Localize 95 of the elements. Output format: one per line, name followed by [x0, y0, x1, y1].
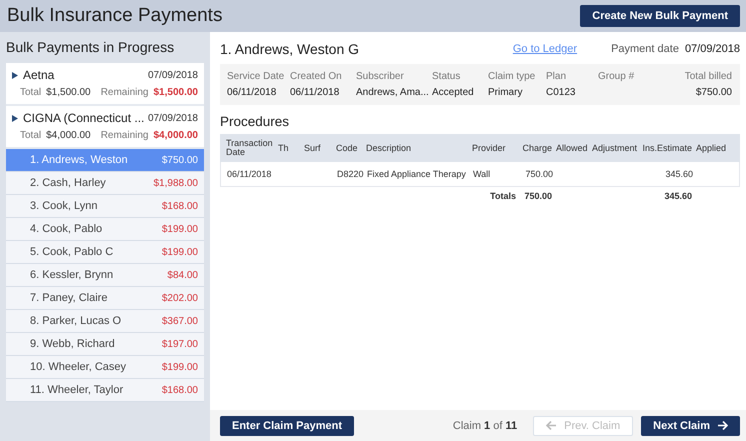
claim-list-item[interactable]: 7. Paney, Claire $202.00: [6, 287, 204, 310]
claim-patient: 2. Cash, Harley: [30, 177, 106, 189]
claim-list-item[interactable]: 11. Wheeler, Taylor $168.00: [6, 379, 204, 402]
remaining-label: Remaining: [100, 87, 148, 98]
claim-patient: 3. Cook, Lynn: [30, 200, 98, 212]
totals-label: Totals: [489, 191, 517, 201]
column-header: Applied: [696, 144, 728, 152]
claim-amount: $750.00: [162, 154, 198, 166]
create-bulk-payment-button[interactable]: Create New Bulk Payment: [580, 5, 740, 27]
table-cell-text: Wall: [473, 169, 492, 179]
field-value: C0123: [546, 87, 576, 98]
next-claim-button[interactable]: Next Claim: [641, 416, 740, 436]
right-arrow-icon: [718, 421, 728, 430]
page-title: Bulk Insurance Payments: [7, 5, 222, 27]
claim-amount: $168.00: [162, 384, 198, 396]
claim-amount: $202.00: [162, 292, 198, 304]
field-value: Accepted: [432, 87, 475, 98]
total-label: Total: [20, 87, 42, 98]
expand-icon[interactable]: [12, 72, 18, 78]
field-value: Andrews, Ama...: [356, 87, 430, 98]
claim-list-item[interactable]: 6. Kessler, Brynn $84.00: [6, 264, 204, 287]
field-label: Plan: [546, 71, 568, 82]
payer-name: Aetna: [23, 68, 54, 82]
claim-amount: $168.00: [162, 200, 198, 212]
claim-patient: 7. Paney, Claire: [30, 292, 108, 304]
section-title: Procedures: [220, 114, 290, 129]
claim-amount: $199.00: [162, 224, 198, 234]
field-value: 06/11/2018: [227, 87, 278, 98]
payer-date: 07/09/2018: [148, 112, 198, 124]
field-value: 06/11/2018: [290, 87, 340, 98]
patient-name: 1. Andrews, Weston G: [220, 41, 360, 57]
claim-list-item[interactable]: 3. Cook, Lynn $168.00: [6, 195, 204, 218]
payer-card[interactable]: Aetna 07/09/2018 Total $1,500.00 Remaining $1,500.00: [6, 63, 204, 106]
claim-counter: Claim 1 of 11: [452, 420, 518, 432]
field-label: Subscriber: [356, 71, 405, 82]
column-header: Th: [278, 144, 290, 152]
table-cell-text: 06/11/2018: [227, 169, 272, 179]
claim-list-item[interactable]: 8. Parker, Lucas O $367.00: [6, 310, 204, 333]
field-label: Total billed: [684, 71, 732, 82]
claim-amount: $199.00: [162, 362, 198, 372]
claim-list-item[interactable]: 2. Cash, Harley $1,988.00: [6, 172, 204, 195]
claim-patient: 10. Wheeler, Casey: [30, 361, 126, 373]
field-value: Primary: [488, 87, 524, 98]
column-header: Charge: [521, 144, 553, 152]
table-cell-text: 750.00: [524, 169, 554, 179]
column-header: Surf: [304, 144, 322, 152]
payer-card[interactable]: CIGNA (Connecticut ... 07/09/2018 Total $4,000.00 Remaining $4,000.00: [6, 106, 204, 149]
claim-patient: 8. Parker, Lucas O: [30, 315, 122, 327]
enter-claim-payment-button[interactable]: Enter Claim Payment: [220, 416, 354, 436]
column-header: Description: [366, 144, 412, 152]
payment-date: 07/09/2018: [684, 43, 740, 55]
table-cell-text: D8220: [337, 169, 365, 179]
claim-patient: 6. Kessler, Brynn: [30, 269, 114, 281]
total-charge: 750.00: [523, 191, 553, 201]
field-label: Group #: [598, 71, 636, 82]
field-label: Status: [432, 71, 462, 82]
field-label: Service Date: [227, 71, 286, 82]
column-header: Ins.Estimate: [642, 144, 693, 152]
column-header: Provider: [472, 144, 507, 152]
claim-patient: 5. Cook, Pablo C: [30, 246, 114, 258]
table-cell-text: Fixed Appliance Therapy: [367, 169, 467, 179]
claim-list-item[interactable]: 4. Cook, Pablo $199.00: [6, 218, 204, 241]
payment-date-label: Payment date: [611, 43, 679, 55]
claim-amount: $1,988.00: [154, 178, 198, 188]
table-cell-text: 345.60: [664, 169, 694, 179]
claim-amount: $84.00: [167, 270, 198, 280]
column-header: Code: [336, 144, 359, 152]
claim-amount: $199.00: [162, 246, 198, 258]
total-label: Total: [20, 130, 42, 141]
claim-patient: 1. Andrews, Weston: [30, 154, 128, 166]
claim-list-item[interactable]: 5. Cook, Pablo C $199.00: [6, 241, 204, 264]
total-amount: $1,500.00: [46, 87, 91, 98]
payer-name: CIGNA (Connecticut ...: [23, 111, 144, 125]
claim-list-item[interactable]: 9. Webb, Richard $197.00: [6, 333, 204, 356]
column-header: Transaction Date: [226, 139, 274, 157]
left-arrow-icon: [546, 421, 556, 430]
claim-patient: 11. Wheeler, Taylor: [30, 384, 124, 396]
column-header: Adjustment: [592, 144, 638, 152]
claim-patient: 9. Webb, Richard: [30, 338, 115, 350]
sidebar-title: Bulk Payments in Progress: [6, 39, 176, 55]
claim-amount: $367.00: [162, 316, 198, 326]
expand-icon[interactable]: [12, 114, 18, 122]
field-label: Claim type: [488, 71, 536, 82]
field-value: $750.00: [696, 87, 732, 98]
total-amount: $4,000.00: [46, 130, 91, 141]
remaining-amount: $1,500.00: [154, 87, 198, 98]
remaining-label: Remaining: [100, 130, 148, 141]
claim-amount: $197.00: [162, 338, 198, 350]
claim-list-item[interactable]: 10. Wheeler, Casey $199.00: [6, 356, 204, 379]
field-label: Created On: [290, 71, 343, 82]
claim-patient: 4. Cook, Pablo: [30, 223, 102, 235]
remaining-amount: $4,000.00: [154, 130, 198, 141]
column-header: Allowed: [556, 144, 589, 152]
payer-date: 07/09/2018: [148, 70, 198, 80]
total-ins-estimate: 345.60: [663, 191, 693, 201]
